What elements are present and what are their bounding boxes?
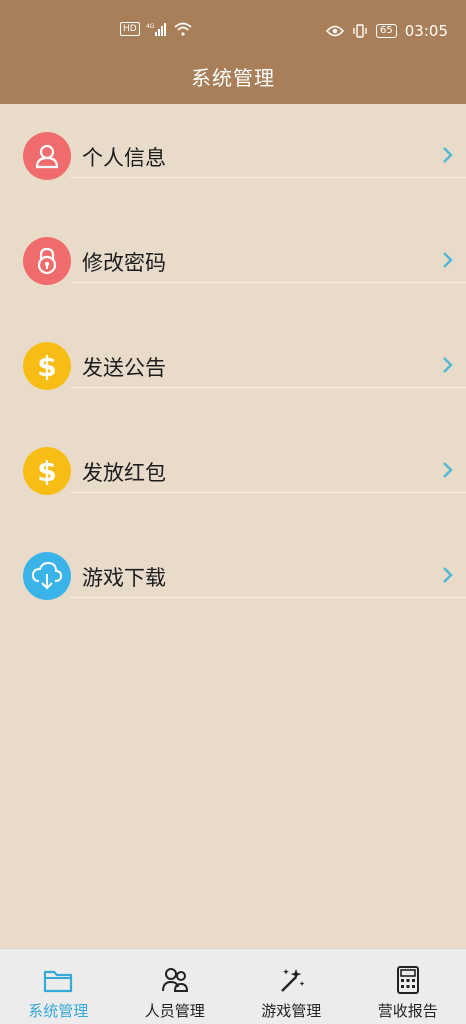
menu-item-personal-info[interactable]: 个人信息 (0, 104, 466, 209)
calculator-icon (396, 966, 419, 994)
tab-label: 营收报告 (377, 1002, 438, 1020)
svg-text:$: $ (37, 456, 56, 486)
svg-text:$: $ (37, 351, 56, 381)
menu-item-label: 发送公告 (82, 356, 166, 380)
status-time: 03:05 (404, 22, 448, 40)
menu-item-change-password[interactable]: 修改密码 (0, 209, 466, 314)
tab-personnel-management[interactable]: 人员管理 (117, 949, 234, 1024)
chevron-right-icon (443, 252, 453, 268)
battery-indicator: 65 (376, 24, 397, 38)
cloud-download-icon (23, 552, 71, 600)
divider (70, 177, 466, 178)
chevron-right-icon (443, 357, 453, 373)
tab-label: 系统管理 (28, 1002, 89, 1020)
tab-label: 人员管理 (144, 1002, 205, 1020)
lock-icon (23, 237, 71, 285)
divider (70, 492, 466, 493)
wifi-icon (174, 22, 192, 36)
status-right: 65 03:05 (326, 22, 448, 40)
vibrate-icon (353, 24, 367, 38)
menu-item-label: 游戏下载 (82, 566, 166, 590)
tab-game-management[interactable]: 游戏管理 (233, 949, 350, 1024)
settings-menu: 个人信息 修改密码 $ 发送公告 $ 发放红包 游戏下载 (0, 104, 466, 629)
signal-4g-icon: 4G (146, 23, 166, 36)
menu-item-send-announcement[interactable]: $ 发送公告 (0, 314, 466, 419)
eye-icon (326, 25, 345, 37)
menu-item-label: 发放红包 (82, 461, 166, 485)
chevron-right-icon (443, 462, 453, 478)
folder-icon (44, 970, 73, 993)
page-title: 系统管理 (191, 66, 275, 90)
chevron-right-icon (443, 147, 453, 163)
menu-item-label: 修改密码 (82, 251, 166, 275)
divider (70, 597, 466, 598)
menu-item-red-packet[interactable]: $ 发放红包 (0, 419, 466, 524)
divider (70, 282, 466, 283)
dollar-icon: $ (23, 342, 71, 390)
magic-wand-icon (281, 969, 305, 992)
app-header: HD 4G 65 03:05 系统管理 (0, 0, 466, 104)
chevron-right-icon (443, 567, 453, 583)
dollar-icon: $ (23, 447, 71, 495)
hd-icon: HD (120, 22, 140, 36)
bottom-tab-bar: 系统管理 人员管理 游戏管理 营收报告 (0, 948, 466, 1024)
tab-system-management[interactable]: 系统管理 (0, 949, 117, 1024)
status-left: HD 4G (120, 22, 192, 36)
tab-revenue-report[interactable]: 营收报告 (350, 949, 466, 1024)
divider (70, 387, 466, 388)
user-icon (23, 132, 71, 180)
tab-label: 游戏管理 (261, 1002, 322, 1020)
svg-text:4G: 4G (146, 23, 155, 30)
status-bar: HD 4G 65 03:05 (0, 0, 466, 64)
menu-item-label: 个人信息 (82, 146, 166, 170)
menu-item-game-download[interactable]: 游戏下载 (0, 524, 466, 629)
people-icon (161, 968, 188, 992)
